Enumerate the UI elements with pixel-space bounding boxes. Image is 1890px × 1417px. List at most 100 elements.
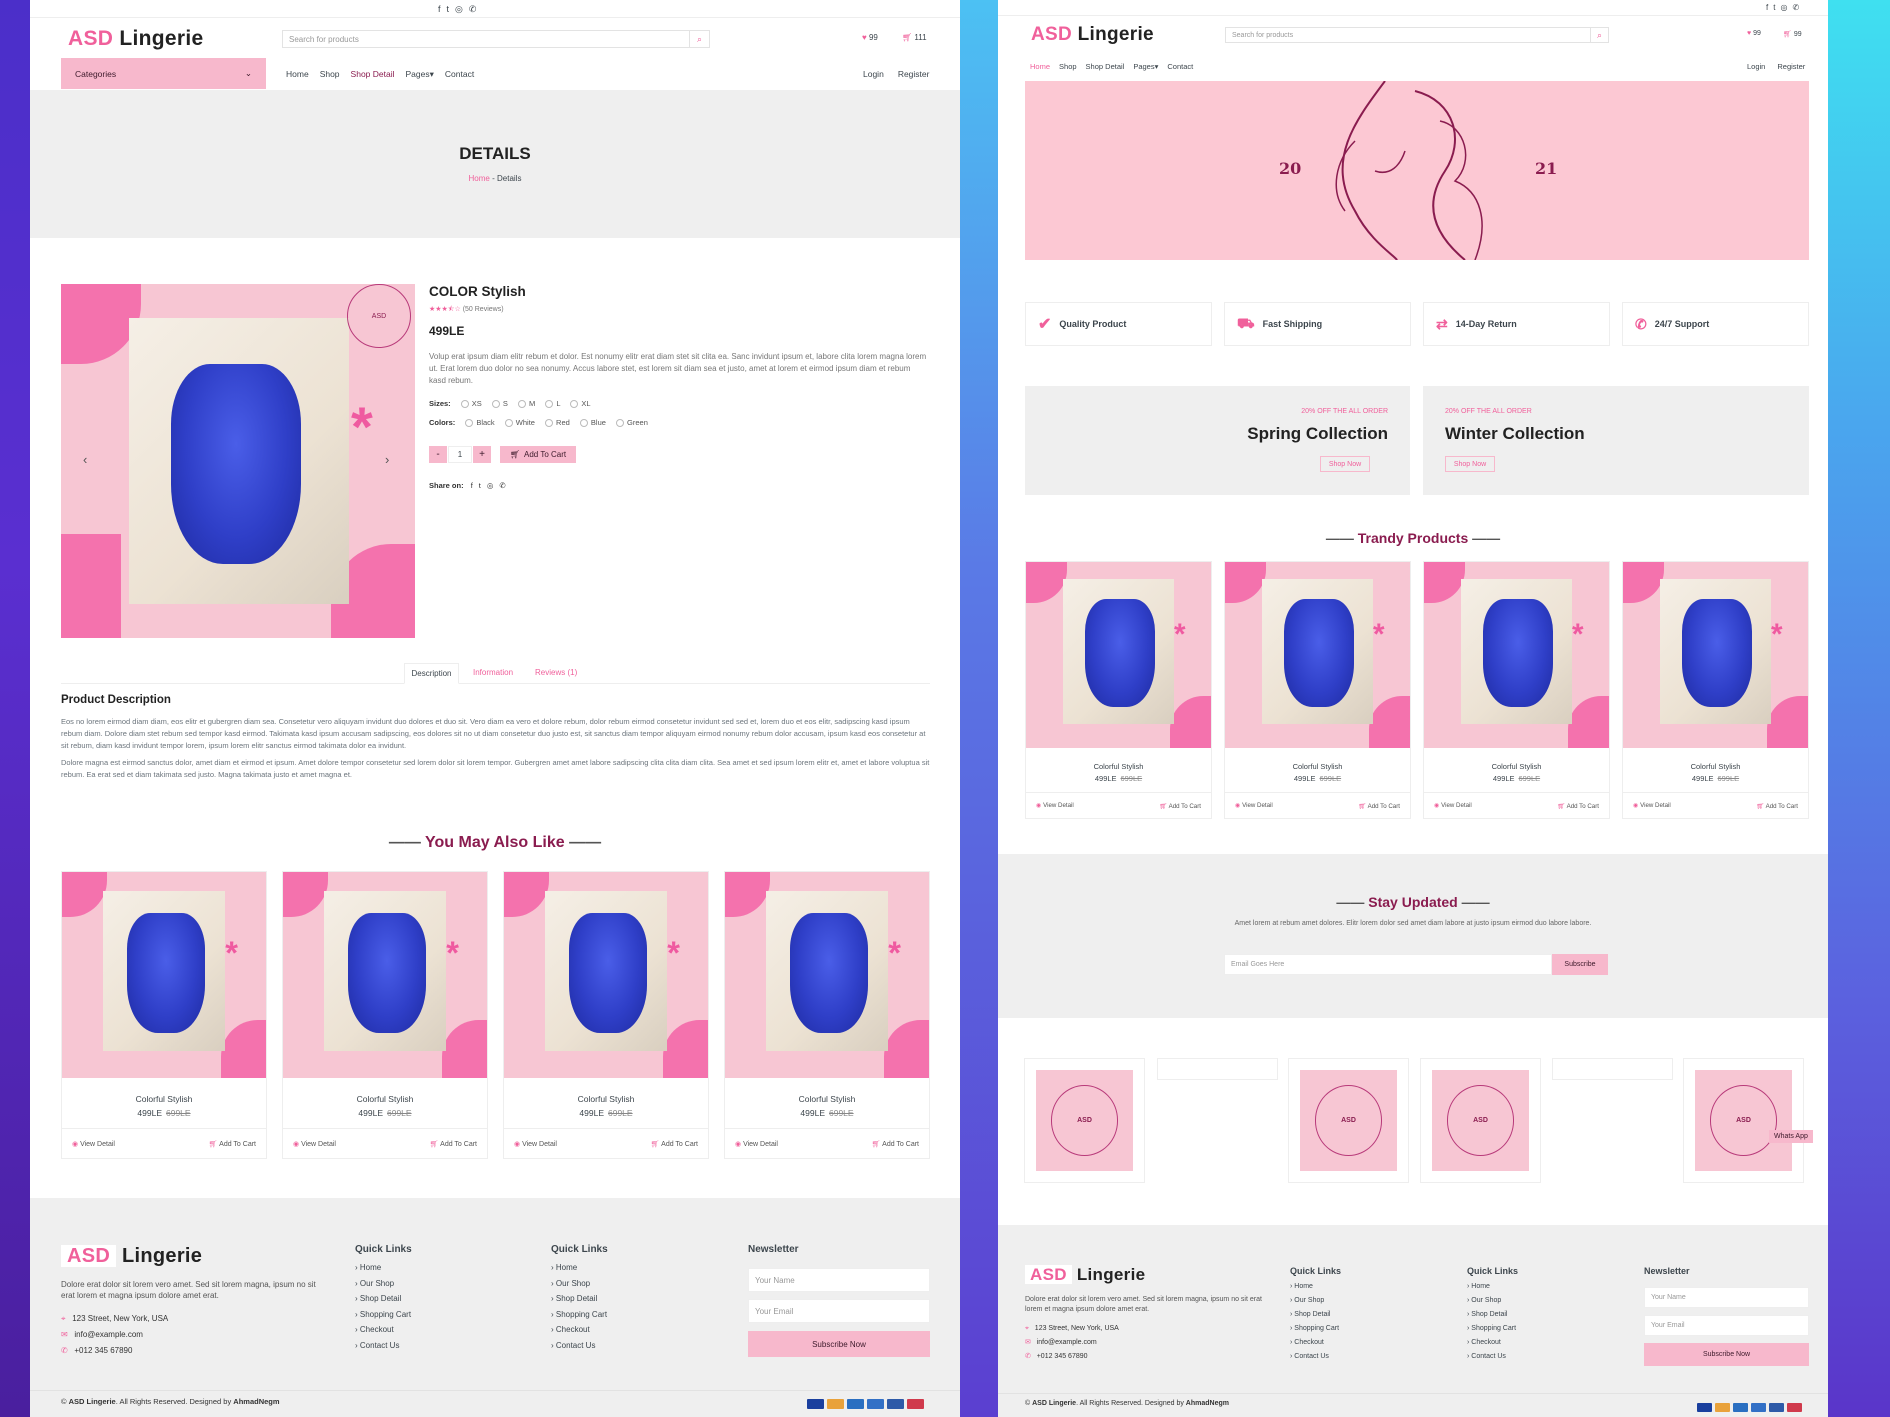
add-to-cart-button[interactable]: 🛒︎ Add To Cart	[500, 446, 576, 463]
search-icon[interactable]: ⌕	[1590, 28, 1608, 42]
spring-collection-banner[interactable]: 20% OFF THE ALL ORDER Spring Collection …	[1025, 386, 1410, 495]
footer-link[interactable]: › Shop Detail	[551, 1291, 608, 1307]
search-input[interactable]: Search for products ⌕	[1225, 27, 1609, 43]
nav-pages[interactable]: Pages▾	[1133, 62, 1158, 71]
newsletter-email-input[interactable]: Your Email	[1644, 1315, 1809, 1336]
product-image[interactable]: *	[725, 872, 929, 1078]
breadcrumb-home[interactable]: Home	[469, 174, 490, 183]
tab-reviews[interactable]: Reviews (1)	[535, 668, 577, 677]
footer-link[interactable]: › Contact Us	[551, 1338, 608, 1354]
twitter-icon[interactable]: t	[479, 481, 487, 490]
view-detail-button[interactable]: ◉ View Detail	[293, 1140, 336, 1148]
footer-link[interactable]: › Home	[1467, 1280, 1518, 1294]
add-to-cart-button[interactable]: 🛒︎ Add To Cart	[1358, 802, 1400, 810]
cart-button[interactable]: 🛒︎ 111	[902, 33, 927, 42]
view-detail-button[interactable]: ◉ View Detail	[1434, 802, 1472, 809]
footer-link[interactable]: › Home	[1290, 1280, 1341, 1294]
nav-pages[interactable]: Pages▾	[406, 69, 434, 80]
view-detail-button[interactable]: ◉ View Detail	[1235, 802, 1273, 809]
carousel-prev-icon[interactable]: ‹	[83, 452, 87, 467]
product-image[interactable]: *	[283, 872, 487, 1078]
footer-link[interactable]: › Our Shop	[1290, 1294, 1341, 1308]
search-icon[interactable]: ⌕	[689, 31, 709, 47]
nav-shop-detail[interactable]: Shop Detail	[1086, 62, 1125, 71]
register-link[interactable]: Register	[898, 69, 930, 79]
footer-link[interactable]: › Our Shop	[1467, 1294, 1518, 1308]
product-card[interactable]: * Colorful Stylish 499LE 699LE ◉ View Detail…	[1423, 561, 1610, 820]
footer-link[interactable]: › Checkout	[1467, 1336, 1518, 1350]
login-link[interactable]: Login	[863, 69, 884, 79]
add-to-cart-button[interactable]: 🛒︎ Add To Cart	[1159, 802, 1201, 810]
newsletter-email-input[interactable]: Email Goes Here	[1224, 954, 1552, 975]
instagram-icon[interactable]: ◎	[487, 481, 500, 490]
tab-information[interactable]: Information	[473, 668, 513, 677]
shop-now-button[interactable]: Shop Now	[1320, 456, 1370, 472]
add-to-cart-button[interactable]: 🛒︎ Add To Cart	[209, 1140, 256, 1148]
product-image[interactable]: *	[62, 872, 266, 1078]
login-link[interactable]: Login	[1747, 62, 1765, 71]
add-to-cart-button[interactable]: 🛒︎ Add To Cart	[1557, 802, 1599, 810]
carousel-next-icon[interactable]: ›	[385, 452, 389, 467]
site-logo[interactable]: ASD Lingerie	[1031, 24, 1154, 46]
footer-link[interactable]: › Checkout	[1290, 1336, 1341, 1350]
footer-link[interactable]: › Home	[551, 1260, 608, 1276]
view-detail-button[interactable]: ◉ View Detail	[735, 1140, 778, 1148]
instagram-icon[interactable]: ◎	[1780, 3, 1792, 12]
nav-shop[interactable]: Shop	[1059, 62, 1077, 71]
footer-link[interactable]: › Our Shop	[355, 1276, 412, 1292]
add-to-cart-button[interactable]: 🛒︎ Add To Cart	[1756, 802, 1798, 810]
footer-logo[interactable]: ASD Lingerie	[1025, 1265, 1145, 1285]
footer-link[interactable]: › Shopping Cart	[1467, 1322, 1518, 1336]
wishlist-button[interactable]: ♥ 99	[862, 33, 878, 42]
footer-link[interactable]: › Checkout	[551, 1322, 608, 1338]
product-image[interactable]: *	[504, 872, 708, 1078]
color-red[interactable]: Red	[545, 418, 570, 428]
product-card[interactable]: * Colorful Stylish 499LE 699LE ◉ View Detail…	[1025, 561, 1212, 820]
facebook-icon[interactable]: f	[438, 4, 447, 14]
footer-link[interactable]: › Shopping Cart	[355, 1307, 412, 1323]
footer-logo[interactable]: ASD Lingerie	[61, 1245, 202, 1268]
newsletter-name-input[interactable]: Your Name	[748, 1268, 930, 1292]
product-card[interactable]: * Colorful Stylish 499LE 699LE ◉ View Detail…	[503, 871, 709, 1159]
product-card[interactable]: * Colorful Stylish 499LE 699LE ◉ View Detail…	[1224, 561, 1411, 820]
qty-input[interactable]: 1	[448, 446, 472, 463]
footer-link[interactable]: › Shop Detail	[1290, 1308, 1341, 1322]
qty-plus-button[interactable]: +	[473, 446, 491, 463]
subscribe-now-button[interactable]: Subscribe Now	[1644, 1343, 1809, 1366]
whatsapp-floating-button[interactable]: Whats App	[1769, 1130, 1813, 1143]
view-detail-button[interactable]: ◉ View Detail	[1633, 802, 1671, 809]
color-black[interactable]: Black	[465, 418, 495, 428]
footer-link[interactable]: › Shopping Cart	[1290, 1322, 1341, 1336]
size-l[interactable]: L	[545, 399, 560, 409]
shop-now-button[interactable]: Shop Now	[1445, 456, 1495, 472]
nav-shop[interactable]: Shop	[320, 69, 340, 80]
twitter-icon[interactable]: t	[447, 4, 456, 14]
whatsapp-icon[interactable]: ✆	[1792, 3, 1804, 12]
color-white[interactable]: White	[504, 418, 535, 428]
product-card[interactable]: * Colorful Stylish 499LE 699LE ◉ View Detail…	[724, 871, 930, 1159]
footer-link[interactable]: › Shopping Cart	[551, 1307, 608, 1323]
footer-link[interactable]: › Contact Us	[1467, 1350, 1518, 1364]
nav-contact[interactable]: Contact	[1167, 62, 1193, 71]
product-image-carousel[interactable]: * ASD ‹ ›	[61, 284, 415, 638]
product-image[interactable]: *	[1424, 562, 1609, 748]
wishlist-button[interactable]: ♥ 99	[1747, 30, 1761, 37]
add-to-cart-button[interactable]: 🛒︎ Add To Cart	[651, 1140, 698, 1148]
subscribe-now-button[interactable]: Subscribe Now	[748, 1331, 930, 1357]
search-input[interactable]: Search for products ⌕	[282, 30, 710, 48]
color-green[interactable]: Green	[616, 418, 648, 428]
color-blue[interactable]: Blue	[579, 418, 606, 428]
newsletter-email-input[interactable]: Your Email	[748, 1299, 930, 1323]
product-card[interactable]: * Colorful Stylish 499LE 699LE ◉ View Detail…	[61, 871, 267, 1159]
footer-link[interactable]: › Checkout	[355, 1322, 412, 1338]
winter-collection-banner[interactable]: 20% OFF THE ALL ORDER Winter Collection …	[1423, 386, 1809, 495]
product-image[interactable]: *	[1225, 562, 1410, 748]
site-logo[interactable]: ASD Lingerie	[68, 27, 203, 51]
footer-link[interactable]: › Shop Detail	[355, 1291, 412, 1307]
nav-home[interactable]: Home	[1030, 62, 1050, 71]
size-xs[interactable]: XS	[460, 399, 482, 409]
footer-link[interactable]: › Contact Us	[1290, 1350, 1341, 1364]
view-detail-button[interactable]: ◉ View Detail	[72, 1140, 115, 1148]
footer-link[interactable]: › Our Shop	[551, 1276, 608, 1292]
product-image[interactable]: *	[1026, 562, 1211, 748]
